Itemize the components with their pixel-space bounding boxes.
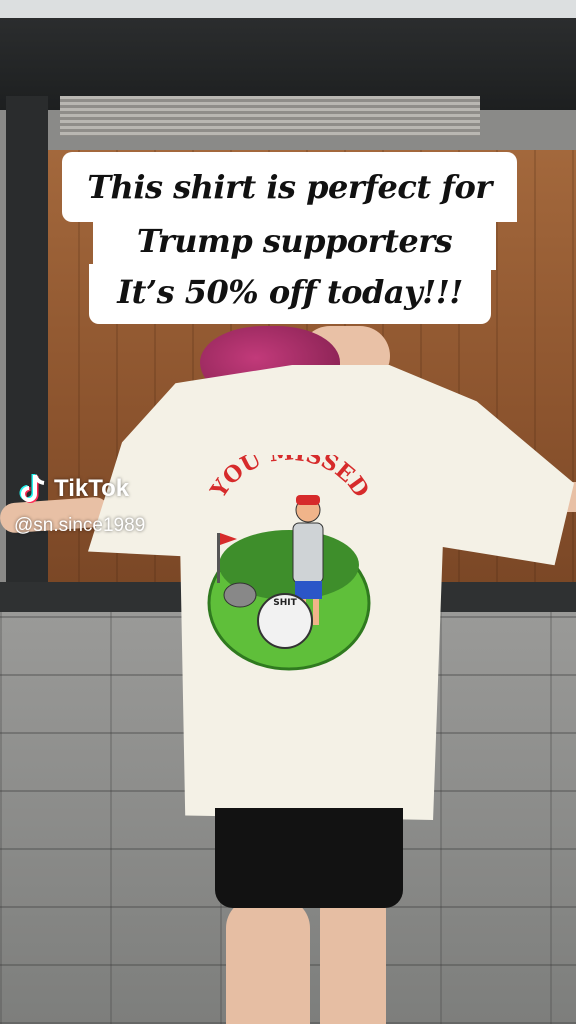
shirt-graphic: YOU MISSED SHIT (205, 455, 375, 680)
tiktok-logo-icon (19, 474, 45, 503)
caption-line-2: Trump supporters (93, 214, 496, 270)
tiktok-handle: @sn.since1989 (14, 515, 146, 536)
golf-ball-text: SHIT (273, 598, 297, 608)
tiktok-watermark: TikTok (18, 472, 129, 506)
black-shorts (215, 808, 403, 908)
left-leg (226, 898, 310, 1024)
vent-slats (60, 96, 480, 136)
graphic-headline: YOU MISSED (205, 455, 374, 503)
gate-post (6, 96, 48, 628)
caption-line-1: This shirt is perfect for (62, 152, 517, 222)
tiktok-brand: TikTok (54, 475, 130, 502)
caption-line-3: It’s 50% off today!!! (89, 264, 491, 324)
